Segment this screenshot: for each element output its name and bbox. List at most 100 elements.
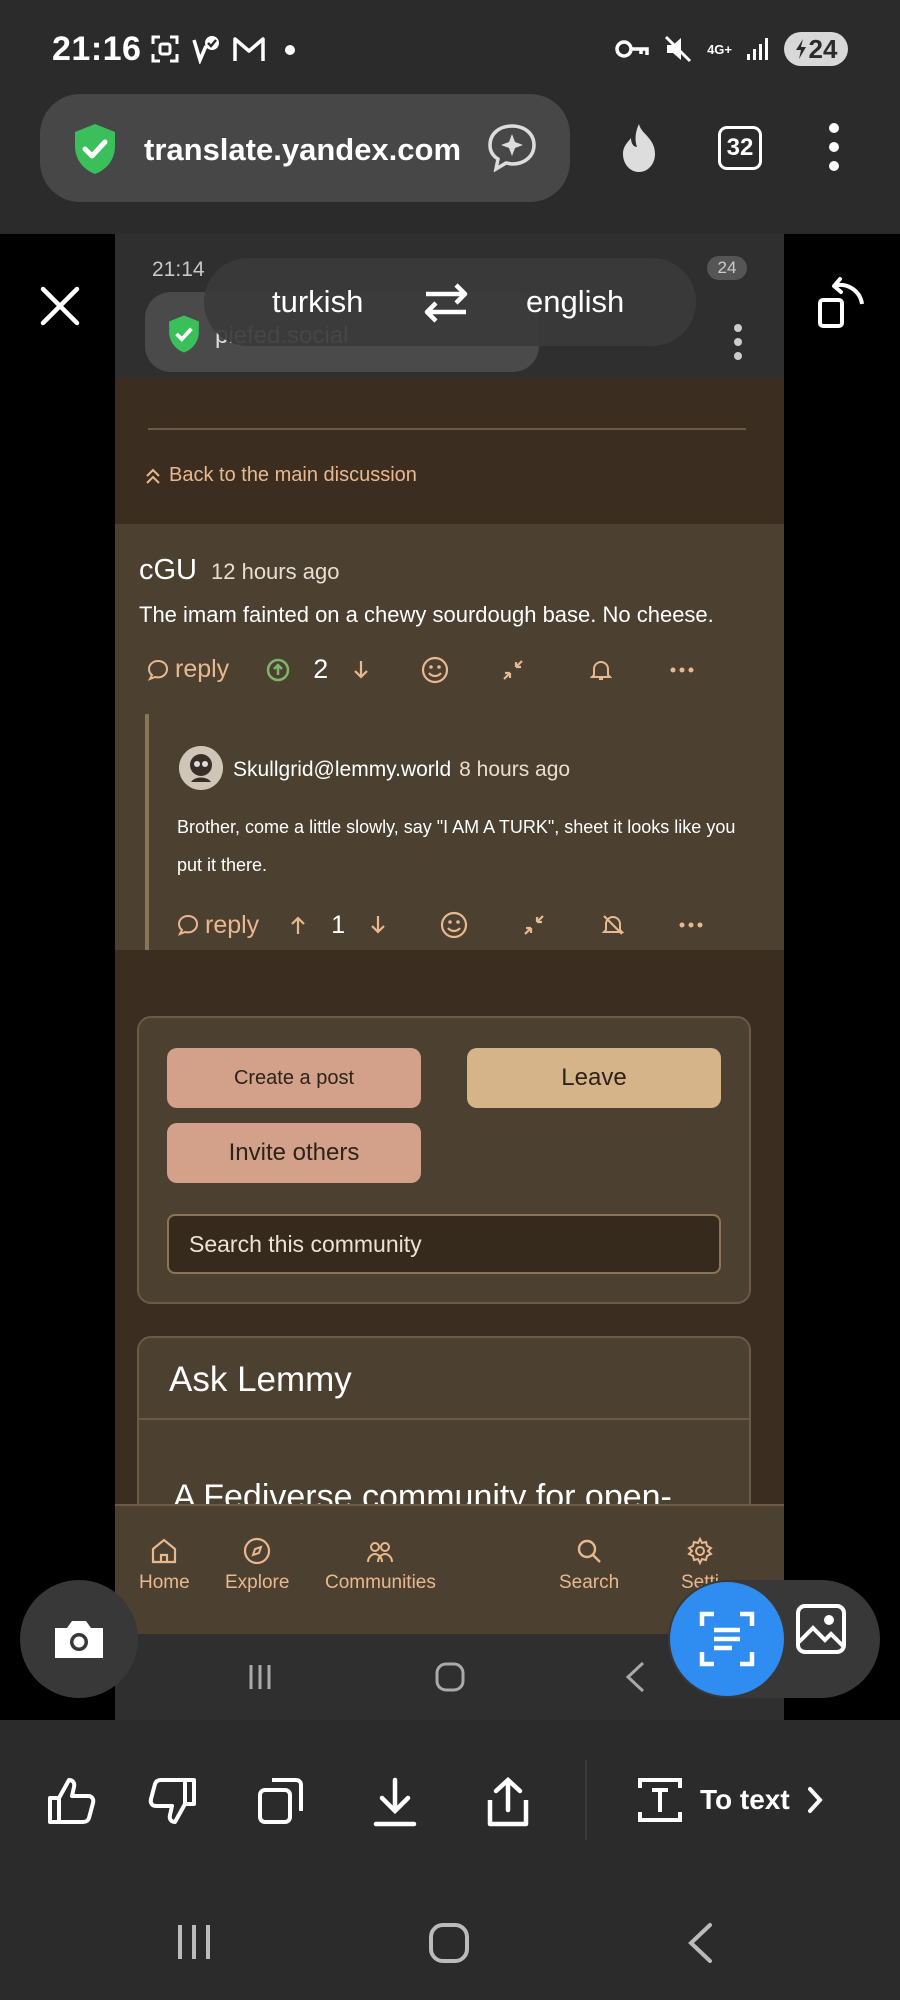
- swap-languages-icon[interactable]: [422, 280, 470, 324]
- image-mode-icon[interactable]: [794, 1602, 848, 1656]
- share-icon[interactable]: [484, 1776, 532, 1828]
- charging-icon: [795, 39, 806, 59]
- secure-shield-icon[interactable]: [70, 122, 120, 176]
- close-icon[interactable]: [38, 284, 82, 328]
- thumbs-down-icon[interactable]: [146, 1776, 198, 1826]
- result-action-bar: To text: [0, 1720, 900, 1880]
- text-icon: [638, 1778, 682, 1822]
- home-icon: [152, 1538, 177, 1564]
- notification-icons: [150, 34, 298, 64]
- status-bar: 21:16 4G+ 24: [0, 0, 900, 92]
- collapse-icon[interactable]: [521, 912, 547, 938]
- overflow-menu-icon[interactable]: [826, 122, 842, 172]
- copy-icon[interactable]: [256, 1776, 306, 1826]
- back-icon[interactable]: [686, 1922, 714, 1964]
- mode-switcher: [668, 1580, 880, 1698]
- nav-search[interactable]: Search: [559, 1536, 619, 1594]
- screenshot-icon: [150, 34, 180, 64]
- dot-icon: [276, 34, 298, 64]
- gmail-icon: [232, 35, 266, 63]
- reply-label: reply: [175, 655, 230, 683]
- home-icon: [435, 1662, 465, 1692]
- nav-communities[interactable]: Communities: [325, 1536, 436, 1594]
- vote-count: 2: [313, 654, 329, 684]
- language-selector: turkish english: [204, 258, 696, 346]
- more-options-icon[interactable]: [679, 921, 703, 929]
- reply-author[interactable]: Skullgrid@lemmy.world: [233, 758, 451, 782]
- check-shield-icon: [190, 34, 222, 64]
- nested-reply: Skullgrid@lemmy.world 8 hours ago Brothe…: [145, 714, 765, 950]
- browser-toolbar: translate.yandex.com 32: [0, 92, 900, 234]
- upvote-icon[interactable]: [265, 657, 291, 683]
- to-text-button[interactable]: To text: [636, 1776, 824, 1824]
- back-link-label: Back to the main discussion: [169, 464, 417, 486]
- emoji-icon[interactable]: [420, 655, 450, 685]
- tabs-button[interactable]: 32: [718, 126, 762, 170]
- gear-icon: [687, 1536, 713, 1566]
- camera-icon: [55, 1621, 103, 1658]
- address-bar[interactable]: translate.yandex.com: [40, 94, 570, 202]
- nav-explore[interactable]: Explore: [225, 1536, 289, 1594]
- collapse-icon[interactable]: [500, 657, 526, 683]
- downvote-icon[interactable]: [352, 659, 370, 681]
- mute-icon: [663, 34, 693, 64]
- emoji-icon[interactable]: [439, 910, 469, 940]
- reply-time: 8 hours ago: [459, 758, 571, 781]
- signal-icon: [746, 36, 770, 62]
- nav-label: Communities: [325, 1572, 436, 1593]
- back-to-discussion-link[interactable]: Back to the main discussion: [145, 464, 417, 487]
- fire-icon[interactable]: [614, 122, 664, 174]
- create-post-button[interactable]: Create a post: [167, 1048, 421, 1108]
- system-icons: 4G+ 24: [615, 32, 848, 66]
- leave-button[interactable]: Leave: [467, 1048, 721, 1108]
- comment-actions: reply 2: [147, 654, 694, 685]
- status-time: 21:16: [52, 30, 142, 68]
- invite-others-button[interactable]: Invite others: [167, 1123, 421, 1183]
- nav-label: Explore: [225, 1572, 290, 1593]
- more-options-icon[interactable]: [670, 666, 694, 674]
- thumbs-up-icon[interactable]: [46, 1776, 98, 1826]
- home-icon[interactable]: [428, 1922, 470, 1964]
- reply-body: Brother, come a little slowly, say "I AM…: [177, 817, 736, 875]
- avatar[interactable]: [179, 746, 223, 790]
- download-icon[interactable]: [372, 1776, 418, 1828]
- comment-time: 12 hours ago: [211, 559, 340, 584]
- divider: [585, 1760, 587, 1840]
- bell-icon[interactable]: [590, 658, 613, 682]
- to-text-label: To text: [700, 1784, 790, 1815]
- inner-shield-icon: [165, 314, 203, 354]
- source-language-button[interactable]: turkish: [272, 284, 363, 320]
- chevron-right-icon: [807, 1787, 823, 1813]
- downvote-icon[interactable]: [369, 914, 387, 936]
- rotate-icon[interactable]: [812, 276, 868, 332]
- bell-off-icon[interactable]: [601, 913, 625, 937]
- divider: [148, 428, 746, 430]
- comment-author[interactable]: cGU: [139, 554, 197, 587]
- divider: [139, 1418, 749, 1420]
- upvote-icon[interactable]: [289, 914, 307, 936]
- reply-icon: [147, 659, 169, 681]
- assistant-icon[interactable]: [486, 122, 538, 172]
- reply-label: reply: [205, 910, 260, 939]
- translated-screenshot: 21:14 24 piefed.social Back to the main …: [115, 234, 784, 1720]
- search-community-input[interactable]: Search this community: [167, 1214, 721, 1274]
- camera-button[interactable]: [20, 1580, 138, 1698]
- text-scan-icon: [699, 1611, 755, 1667]
- comment-thread: cGU 12 hours ago The imam fainted on a c…: [115, 524, 784, 950]
- reply-header: Skullgrid@lemmy.world 8 hours ago: [233, 758, 570, 782]
- inner-battery: 24: [707, 256, 747, 280]
- recents-icon[interactable]: [174, 1922, 214, 1962]
- nav-label: Home: [139, 1572, 190, 1593]
- reply-icon: [177, 914, 199, 936]
- reply-button[interactable]: reply: [147, 655, 229, 684]
- text-scan-button[interactable]: [670, 1582, 784, 1696]
- compass-icon: [244, 1537, 271, 1565]
- reply-button[interactable]: reply: [177, 911, 259, 940]
- communities-icon: [367, 1542, 394, 1563]
- target-language-button[interactable]: english: [526, 284, 624, 320]
- network-type: 4G+: [707, 41, 732, 57]
- reply-actions: reply 1: [177, 910, 703, 940]
- nav-home[interactable]: Home: [139, 1536, 190, 1594]
- inner-menu-icon: [732, 324, 744, 360]
- url-text: translate.yandex.com: [144, 132, 462, 167]
